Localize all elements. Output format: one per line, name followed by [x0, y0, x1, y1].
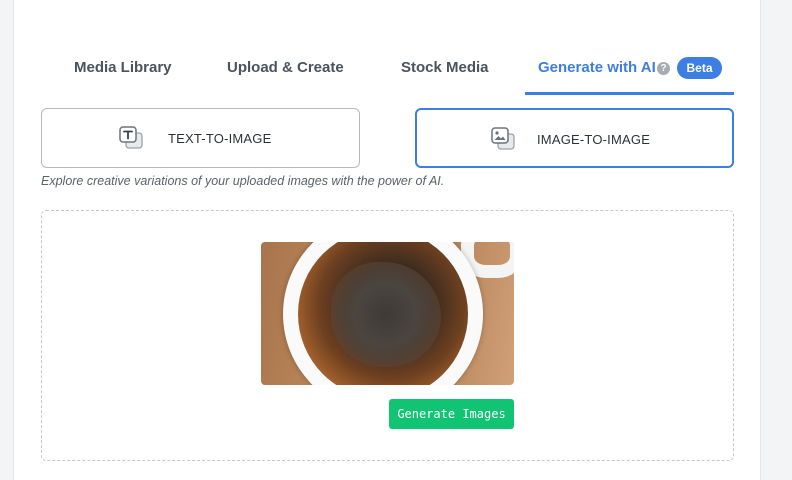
- text-image-icon: [118, 125, 144, 151]
- generate-images-button[interactable]: Generate Images: [389, 399, 514, 429]
- image-copy-icon: [490, 126, 516, 152]
- text-to-image-label: TEXT-TO-IMAGE: [168, 131, 272, 146]
- image-to-image-button[interactable]: IMAGE-TO-IMAGE: [415, 108, 734, 168]
- tab-media-library[interactable]: Media Library: [74, 59, 172, 79]
- image-to-image-label: IMAGE-TO-IMAGE: [537, 132, 651, 147]
- tab-bar: Media Library Upload & Create Stock Medi…: [14, 0, 760, 100]
- tab-upload-create[interactable]: Upload & Create: [227, 59, 344, 79]
- active-tab-indicator: [525, 92, 734, 95]
- tab-generate-with-ai[interactable]: Generate with AI: [538, 59, 656, 79]
- uploaded-image[interactable]: [261, 242, 514, 385]
- media-panel: Media Library Upload & Create Stock Medi…: [13, 0, 761, 480]
- coffee-crema: [331, 262, 441, 367]
- mode-description: Explore creative variations of your uplo…: [41, 174, 445, 188]
- upload-dropzone[interactable]: Generate Images: [41, 210, 734, 461]
- tab-stock-media[interactable]: Stock Media: [401, 59, 489, 79]
- text-to-image-button[interactable]: TEXT-TO-IMAGE: [41, 108, 360, 168]
- beta-badge: Beta: [677, 57, 722, 79]
- question-circle-icon[interactable]: ?: [657, 62, 670, 75]
